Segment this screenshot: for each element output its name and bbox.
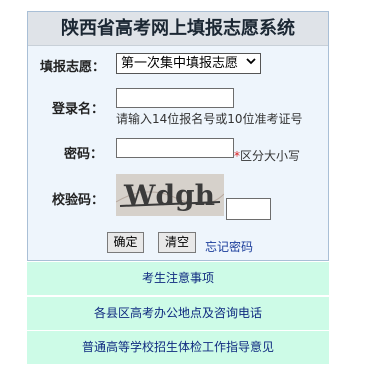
volunteer-select[interactable]: 第一次集中填报志愿 [116,53,261,74]
captcha-label: 校验码： [52,193,105,208]
password-label: 密码： [64,147,104,162]
volunteer-label: 填报志愿： [40,60,106,75]
confirm-button[interactable]: 确定 [107,232,144,253]
nav-item-notes[interactable]: 考生注意事项 [27,262,329,295]
nav-item-medical[interactable]: 普通高等学校招生体检工作指导意见 [27,331,329,364]
nav-item-offices[interactable]: 各县区高考办公地点及咨询电话 [27,297,329,330]
captcha-text: Wdgh [123,179,215,212]
password-hint: *区分大小写 [234,147,300,164]
captcha-input[interactable] [226,198,271,220]
chevron-down-icon [245,55,257,72]
volunteer-selected-value: 第一次集中填报志愿 [121,56,239,71]
clear-button[interactable]: 清空 [158,232,196,253]
password-hint-text: 区分大小写 [240,149,301,163]
password-input[interactable] [116,138,234,158]
login-name-hint: 请输入14位报名号或10位准考证号 [116,112,303,126]
login-name-label: 登录名： [52,102,105,117]
forgot-password-link[interactable]: 忘记密码 [205,238,253,255]
captcha-image[interactable]: Wdgh [116,174,224,216]
login-name-input[interactable] [116,88,234,108]
page-title: 陕西省高考网上填报志愿系统 [28,12,328,46]
login-panel: 陕西省高考网上填报志愿系统 填报志愿： 第一次集中填报志愿 登录名： 请输入14… [27,11,329,261]
